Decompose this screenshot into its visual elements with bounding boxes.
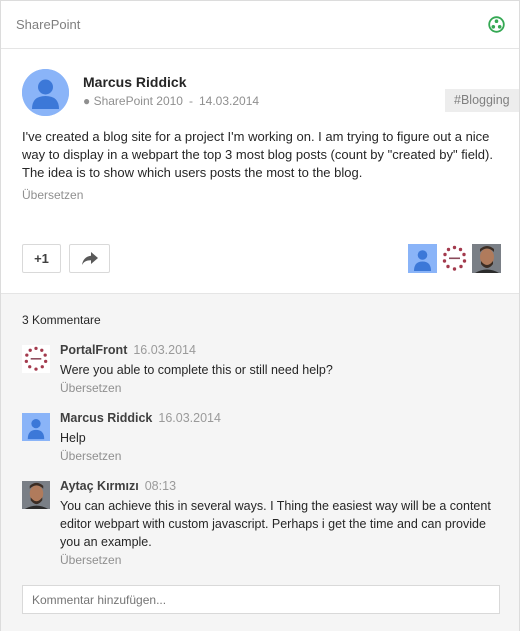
avatar[interactable]: [22, 481, 50, 509]
add-comment-input[interactable]: [22, 585, 500, 614]
comment-header: Marcus Riddick 16.03.2014: [60, 411, 221, 425]
translate-link[interactable]: Übersetzen: [60, 449, 121, 463]
hashtag[interactable]: #Blogging: [445, 89, 519, 112]
comment-text: Help: [60, 431, 86, 445]
community-name[interactable]: SharePoint: [16, 17, 80, 32]
translate-link[interactable]: Übersetzen: [60, 381, 121, 395]
comment-header: PortalFront 16.03.2014: [60, 343, 196, 357]
post-date[interactable]: 14.03.2014: [199, 94, 259, 108]
avatar[interactable]: [440, 244, 469, 273]
share-icon: [81, 252, 98, 265]
plus-one-label: +1: [34, 251, 49, 266]
post-card: SharePoint Marcus Riddick ● SharePoint 2…: [0, 0, 520, 631]
avatar[interactable]: [22, 413, 50, 441]
plus-one-button[interactable]: +1: [22, 244, 61, 273]
comment-header: Aytaç Kırmızı 08:13: [60, 479, 176, 493]
comment-author[interactable]: Aytaç Kırmızı: [60, 479, 139, 493]
share-button[interactable]: [69, 244, 110, 273]
comment-time[interactable]: 08:13: [145, 479, 176, 493]
avatar[interactable]: [408, 244, 437, 273]
post-header: SharePoint: [1, 1, 519, 49]
community-icon[interactable]: [488, 16, 505, 33]
comments-section: 3 Kommentare PortalFront 16.03.2014 Were…: [1, 293, 519, 631]
avatar[interactable]: [22, 345, 50, 373]
post-category[interactable]: ● SharePoint 2010: [83, 94, 183, 108]
comment-text: You can achieve this in several ways. I …: [60, 499, 491, 549]
author-avatar[interactable]: [22, 69, 69, 116]
comment-time[interactable]: 16.03.2014: [133, 343, 196, 357]
translate-link[interactable]: Übersetzen: [60, 553, 121, 567]
comment-time[interactable]: 16.03.2014: [158, 411, 221, 425]
comment-text: Were you able to complete this or still …: [60, 363, 333, 377]
post-author[interactable]: Marcus Riddick: [83, 74, 186, 90]
comment-author[interactable]: Marcus Riddick: [60, 411, 152, 425]
post-meta: ● SharePoint 2010-14.03.2014: [83, 94, 260, 108]
avatar[interactable]: [472, 244, 501, 273]
plus-one-avatars: [408, 244, 501, 273]
comment-author[interactable]: PortalFront: [60, 343, 127, 357]
comment-count: 3 Kommentare: [22, 313, 101, 327]
translate-link[interactable]: Übersetzen: [22, 188, 83, 202]
post-text: I've created a blog site for a project I…: [22, 129, 493, 180]
